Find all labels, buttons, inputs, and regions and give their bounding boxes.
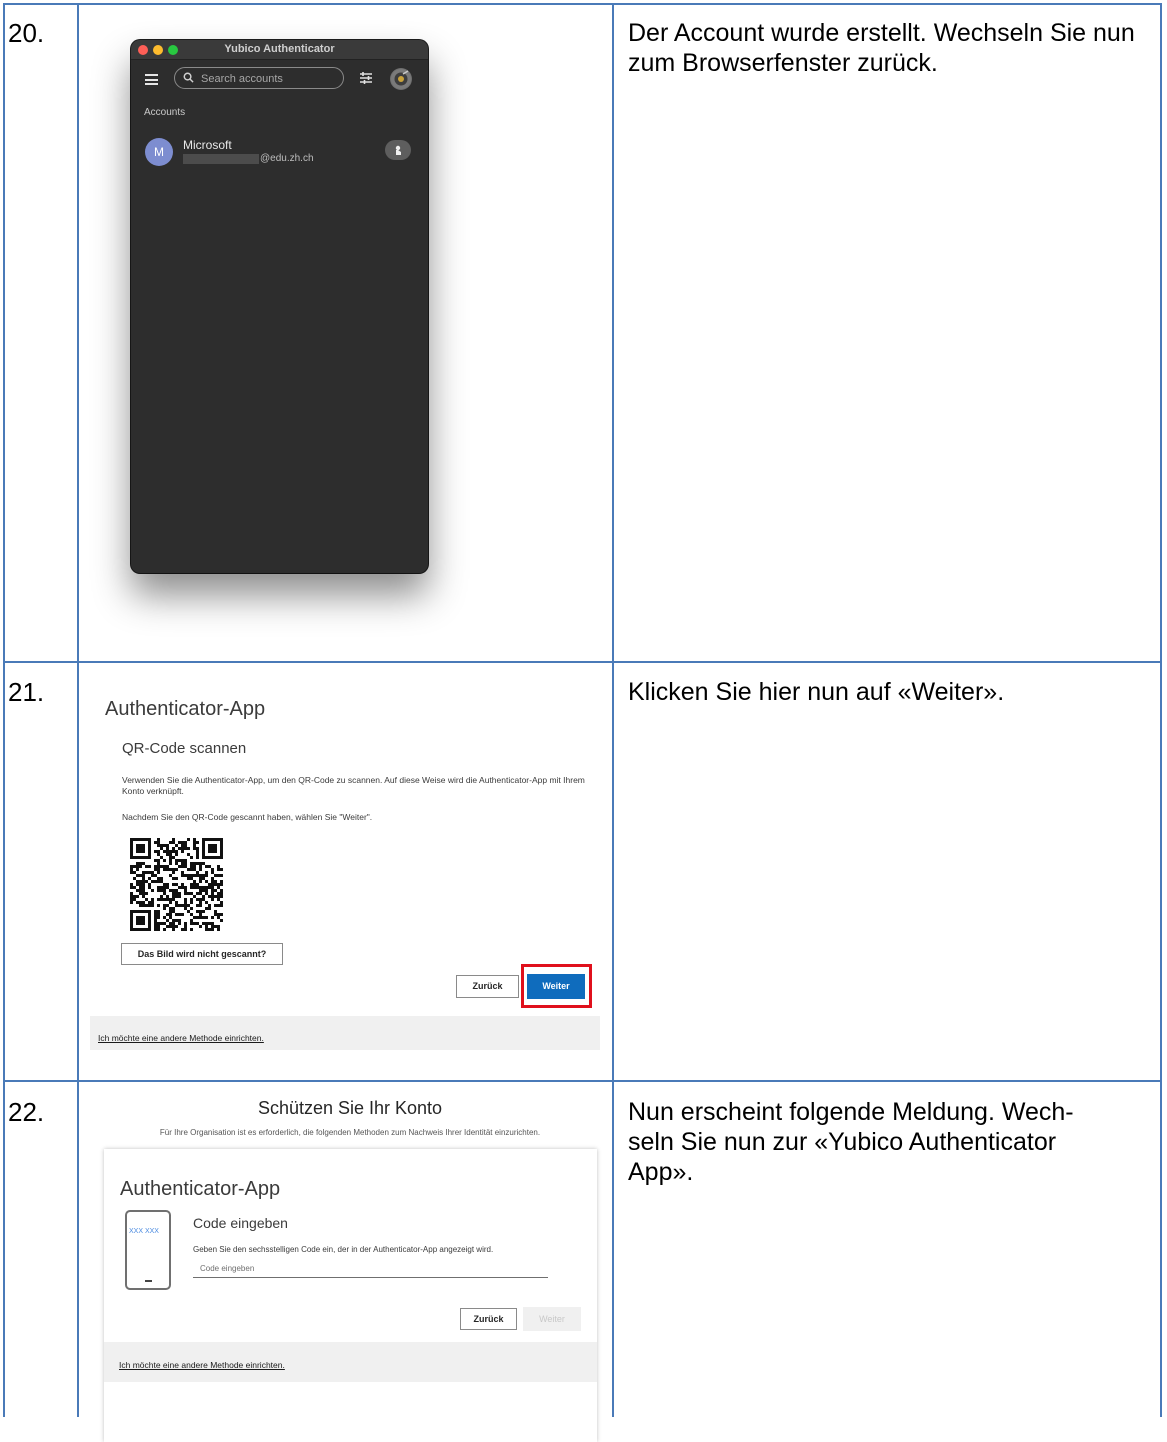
account-name[interactable]: Microsoft xyxy=(183,138,232,152)
redacted-email-mask xyxy=(183,154,259,164)
next-button-disabled[interactable]: Weiter xyxy=(523,1307,581,1331)
step-instruction: Klicken Sie hier nun auf «Weiter». xyxy=(628,678,1005,706)
step-number: 20. xyxy=(8,18,45,48)
cant-scan-button[interactable]: Das Bild wird nicht gescannt? xyxy=(121,943,283,965)
other-method-link[interactable]: Ich möchte eine andere Methode einrichte… xyxy=(119,1360,285,1370)
step-instruction: Nun erscheint folgende Meldung. Wech-sel… xyxy=(628,1098,1074,1186)
page-heading: Schützen Sie Ihr Konto xyxy=(257,1098,443,1118)
account-avatar: M xyxy=(145,138,173,166)
window-title: Yubico Authenticator xyxy=(224,43,335,55)
code-input[interactable] xyxy=(193,1260,548,1278)
phone-code-sample: XXX XXX xyxy=(129,1228,159,1235)
search-input[interactable] xyxy=(199,70,341,88)
table-row-divider-2 xyxy=(3,1080,1162,1082)
other-method-link[interactable]: Ich möchte eine andere Methode einrichte… xyxy=(98,1033,264,1043)
qr-code xyxy=(130,838,223,931)
search-box[interactable] xyxy=(174,67,344,89)
phone-icon xyxy=(125,1210,171,1290)
table-column-divider-1 xyxy=(77,3,79,1417)
touch-key-button[interactable] xyxy=(385,140,411,160)
instruction-text: Geben Sie den sechsstelligen Code ein, d… xyxy=(193,1245,494,1254)
table-border-top xyxy=(3,3,1162,5)
yubikey-icon[interactable] xyxy=(390,68,412,90)
step-number: 22. xyxy=(8,1097,45,1127)
account-email: @edu.zh.ch xyxy=(260,153,314,164)
table-row-divider-1 xyxy=(3,661,1162,663)
finger-touch-icon xyxy=(395,145,401,155)
window-titlebar: Yubico Authenticator xyxy=(131,40,428,60)
step-number: 21. xyxy=(8,677,45,707)
instruction-text: Nachdem Sie den QR-Code gescannt haben, … xyxy=(122,812,373,822)
step-instruction: Der Account wurde erstellt. Wechseln Sie… xyxy=(628,19,1135,77)
accounts-section-label: Accounts xyxy=(144,107,186,118)
filter-icon[interactable] xyxy=(359,71,373,85)
phone-home-bar xyxy=(145,1280,152,1282)
section-title: QR-Code scannen xyxy=(122,740,247,757)
table-column-divider-2 xyxy=(612,3,614,1417)
instruction-text: Verwenden Sie die Authenticator-App, um … xyxy=(122,775,585,796)
menu-icon[interactable] xyxy=(145,74,158,85)
highlight-frame xyxy=(521,964,592,1008)
search-icon xyxy=(183,72,194,83)
page-title: Authenticator-App xyxy=(105,698,266,720)
page-note: Für Ihre Organisation ist es erforderlic… xyxy=(159,1128,541,1137)
table-border-left xyxy=(3,3,5,1417)
table-border-right xyxy=(1160,3,1162,1417)
back-button[interactable]: Zurück xyxy=(460,1308,517,1330)
yubico-window: Yubico Authenticator Accounts M Microsof… xyxy=(131,40,428,573)
section-title: Code eingeben xyxy=(193,1215,288,1231)
back-button[interactable]: Zurück xyxy=(456,975,519,998)
card-title: Authenticator-App xyxy=(120,1178,281,1200)
